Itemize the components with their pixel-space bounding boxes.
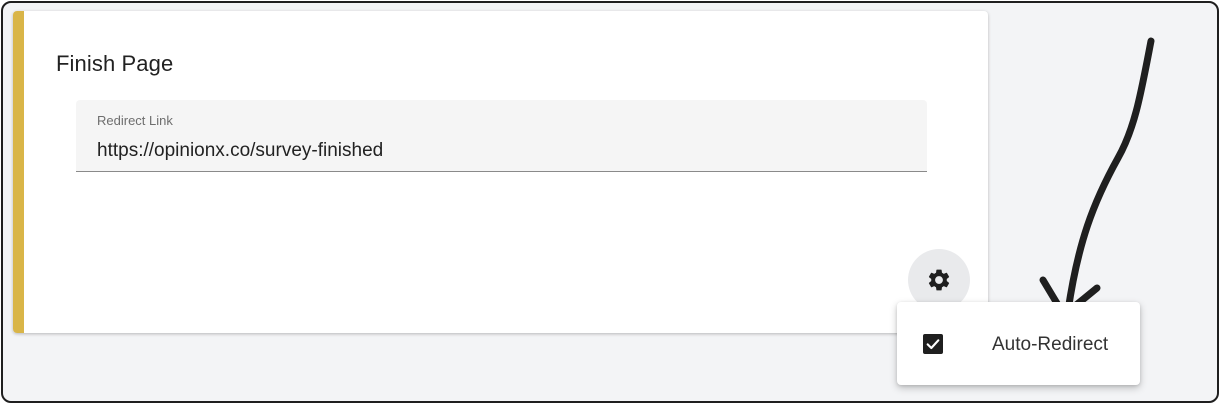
- redirect-link-label: Redirect Link: [97, 113, 173, 128]
- gear-icon: [928, 269, 950, 291]
- checkmark-icon: [926, 339, 940, 350]
- auto-redirect-checkbox[interactable]: [923, 334, 943, 354]
- hand-drawn-arrow-icon: [1039, 37, 1155, 319]
- finish-page-card: Finish Page Redirect Link: [13, 11, 988, 333]
- settings-menu: Auto-Redirect: [897, 302, 1140, 385]
- screenshot-frame: Finish Page Redirect Link Auto-Redirect: [1, 1, 1219, 403]
- card-accent-bar: [13, 11, 24, 333]
- redirect-link-input[interactable]: [97, 140, 897, 162]
- auto-redirect-label[interactable]: Auto-Redirect: [992, 334, 1108, 356]
- redirect-link-field[interactable]: Redirect Link: [76, 100, 927, 172]
- card-title: Finish Page: [56, 51, 174, 76]
